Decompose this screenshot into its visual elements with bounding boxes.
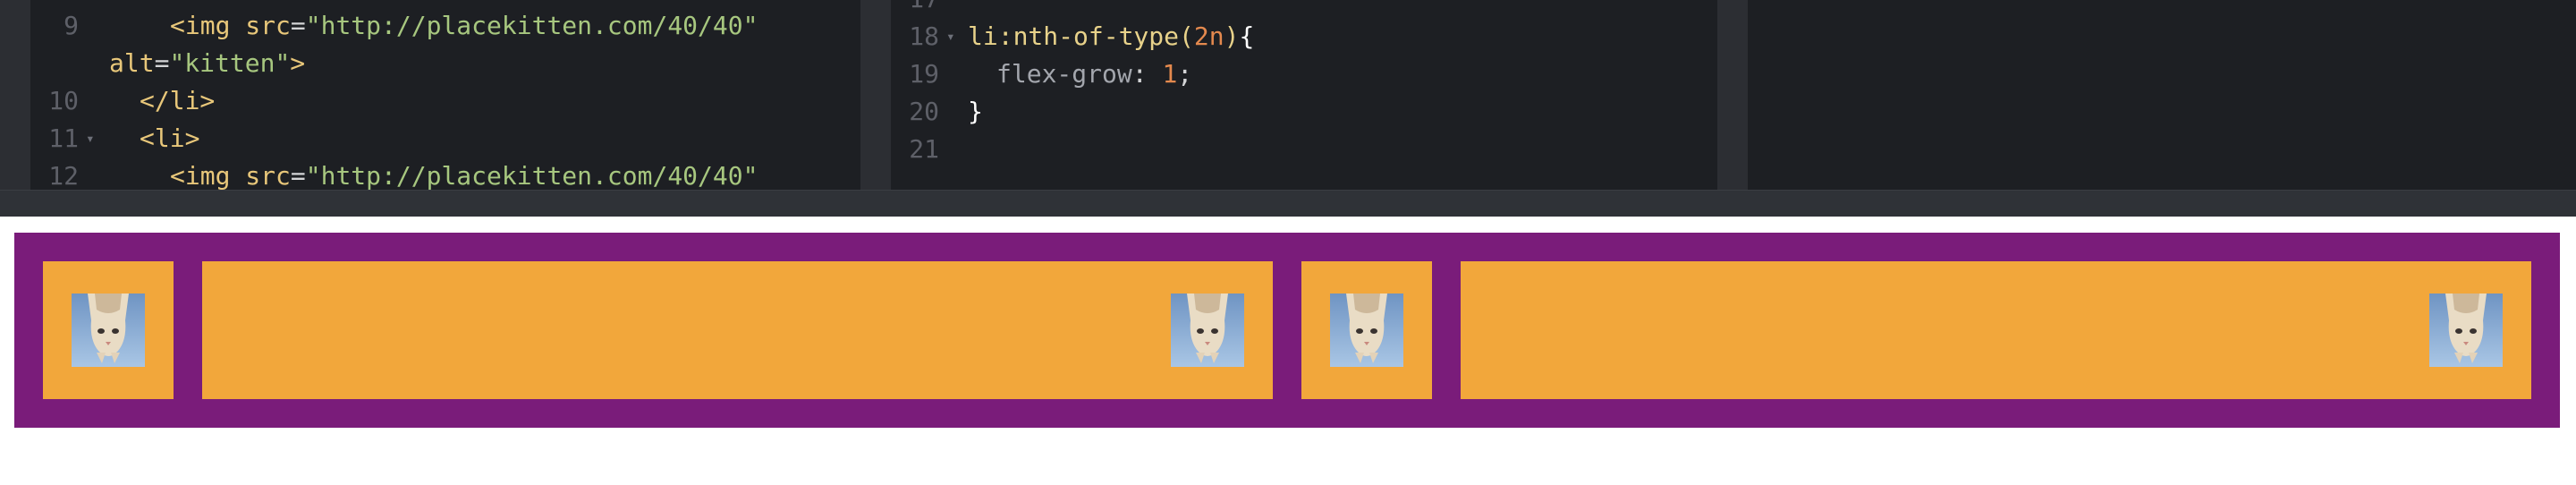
line-number: 18 [909,21,939,51]
html-code-line: 12 <img src="http://placekitten.com/40/40… [0,157,860,190]
line-number: 11 [48,123,79,153]
flex-list [14,233,2560,428]
css-editor-panel[interactable]: 17 18▾ li:nth-of-type(2n){ 19 flex-grow: 1; 2… [860,0,1717,190]
code-text: <img src="http://placekitten.com/40/40" [170,11,758,40]
flex-list-item [43,261,174,399]
html-editor-panel[interactable]: 9 <img src="http://placekitten.com/40/40"… [0,0,860,190]
kitten-image [72,294,145,367]
kitten-image [2429,294,2503,367]
editor-result-splitter[interactable] [0,190,2576,217]
code-text: <li> [140,123,200,153]
panel-resize-handle[interactable] [1717,0,1748,190]
flex-list-item [1461,261,2531,399]
kitten-image [1171,294,1244,367]
kitten-image [1330,294,1403,367]
flex-list-item [1301,261,1432,399]
css-code-line: 18 ▾ li:nth-of-type(2n){ [860,18,1717,55]
html-code-line: alt="kitten"> [0,45,860,82]
html-code-line: 11 ▾ <li> [0,120,860,157]
code-text: } [968,97,983,126]
line-number: 17 [896,0,939,18]
code-text: flex-grow: 1; [996,59,1193,89]
code-text: <img src="http://placekitten.com/40/40" [170,161,758,190]
line-number: 12 [48,161,79,190]
code-text: alt="kitten"> [109,48,306,78]
result-preview [0,217,2576,485]
code-text: li:nth-of-type(2n){ [968,21,1255,51]
flex-list-item [202,261,1273,399]
css-code-line: 20} [860,93,1717,131]
css-code-line: 19 flex-grow: 1; [860,55,1717,93]
line-number: 20 [909,97,939,126]
panel-resize-handle[interactable] [860,0,891,190]
line-number: 9 [64,11,79,40]
code-text: </li> [140,86,216,115]
css-code-line: 21 [860,131,1717,168]
js-editor-panel[interactable] [1717,0,2576,190]
line-number: 10 [48,86,79,115]
html-code-line: 9 <img src="http://placekitten.com/40/40" [0,7,860,45]
html-code-line: 10 </li> [0,82,860,120]
css-code-line: 17 [860,0,1717,18]
fold-arrow-icon[interactable]: ▾ [86,120,95,157]
fold-arrow-icon[interactable]: ▾ [946,18,955,55]
code-editor: 9 <img src="http://placekitten.com/40/40"… [0,0,2576,190]
line-number: 21 [909,134,939,164]
line-number: 19 [909,59,939,89]
